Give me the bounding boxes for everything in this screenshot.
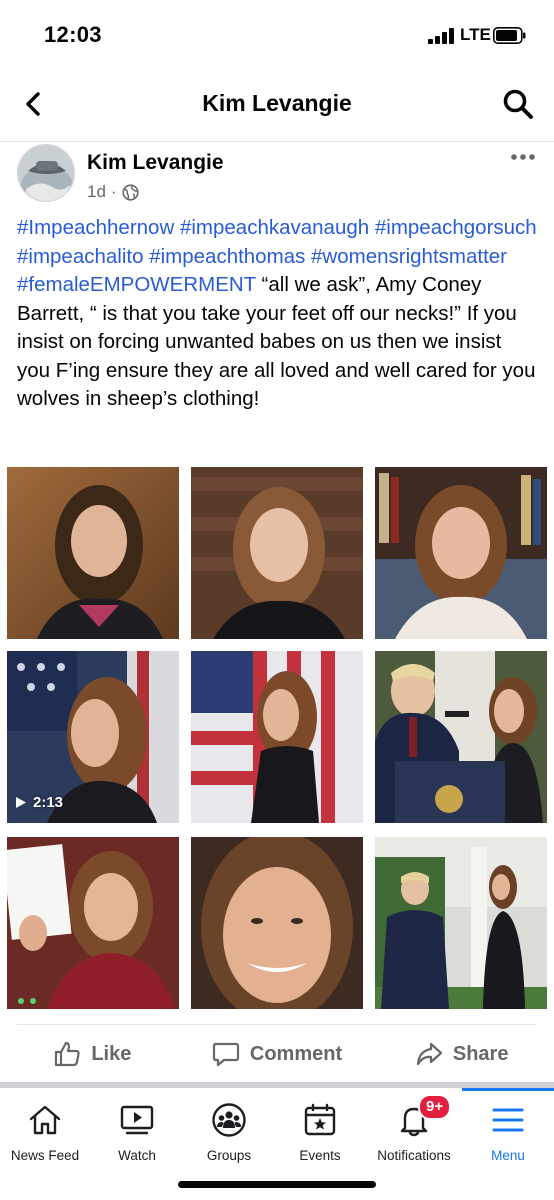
photo-2[interactable] [191, 467, 363, 639]
author-name[interactable]: Kim Levangie [87, 151, 224, 175]
tab-notifications[interactable]: 9+ Notifications [366, 1088, 462, 1178]
tab-label: Groups [206, 1148, 252, 1163]
divider [17, 1024, 537, 1025]
photo-8[interactable] [191, 837, 363, 1009]
photo-grid: 2:13 [7, 467, 547, 1010]
post-actions: Like Comment Share [0, 1026, 554, 1082]
post-text: #Impeachhernow #impeachkavanaugh #impeac… [17, 214, 539, 414]
photo-3[interactable] [375, 467, 547, 639]
photo-5[interactable] [191, 651, 363, 823]
tab-watch[interactable]: Watch [90, 1088, 184, 1178]
home-icon [29, 1105, 61, 1135]
globe-icon [121, 183, 139, 201]
share-label: Share [452, 1042, 509, 1065]
hashtag-link[interactable]: #impeachthomas [149, 245, 305, 268]
tab-label: Events [299, 1148, 341, 1163]
tab-news-feed[interactable]: News Feed [0, 1088, 90, 1178]
meta-separator: · [110, 182, 117, 201]
groups-icon [212, 1103, 246, 1137]
hashtag-link[interactable]: #femaleEMPOWERMENT [17, 273, 256, 296]
comment-button[interactable]: Comment [185, 1026, 370, 1082]
comment-icon [212, 1042, 239, 1067]
like-label: Like [91, 1042, 132, 1065]
hashtag-link[interactable]: #impeachgorsuch [375, 216, 537, 239]
network-type: LTE [460, 25, 491, 44]
cellular-signal-icon [428, 28, 454, 44]
more-options-icon[interactable] [510, 152, 536, 162]
active-tab-indicator [462, 1088, 554, 1091]
video-duration: 2:13 [33, 794, 64, 811]
hashtag-link[interactable]: #impeachkavanaugh [180, 216, 369, 239]
hashtag-link[interactable]: #impeachalito [17, 245, 144, 268]
post-time[interactable]: 1d [87, 182, 106, 202]
hashtag-link[interactable]: #womensrightsmatter [311, 245, 507, 268]
tab-groups[interactable]: Groups [184, 1088, 274, 1178]
top-nav-bar: Kim Levangie [0, 66, 554, 142]
status-bar: 12:03 LTE [0, 0, 554, 66]
battery-icon [493, 27, 526, 44]
status-time: 12:03 [44, 22, 102, 47]
tab-menu[interactable]: Menu [462, 1088, 554, 1178]
share-button[interactable]: Share [369, 1026, 554, 1082]
tab-label: Watch [118, 1148, 156, 1163]
tab-events[interactable]: Events [274, 1088, 366, 1178]
page-title: Kim Levangie [202, 90, 352, 116]
play-icon [16, 797, 26, 808]
notification-badge: 9+ [418, 1094, 452, 1120]
share-icon [416, 1042, 442, 1066]
post-meta: 1d · [87, 182, 139, 202]
bottom-tab-bar: News Feed Watch Groups Events 9+ Notific… [0, 1088, 554, 1178]
events-icon [304, 1103, 336, 1136]
photo-7[interactable] [7, 837, 179, 1009]
avatar[interactable] [17, 144, 75, 202]
photo-4-video[interactable]: 2:13 [7, 651, 179, 823]
tab-label: Menu [491, 1148, 525, 1163]
hashtag-link[interactable]: #Impeachhernow [17, 216, 174, 239]
photo-6[interactable] [375, 651, 547, 823]
photo-9[interactable] [375, 837, 547, 1009]
thumbs-up-icon [55, 1041, 80, 1067]
home-indicator [178, 1181, 376, 1188]
menu-icon [492, 1108, 524, 1132]
comment-label: Comment [249, 1042, 343, 1065]
video-duration-badge: 2:13 [15, 794, 63, 811]
search-icon[interactable] [502, 88, 534, 120]
tab-label: Notifications [377, 1148, 451, 1163]
like-button[interactable]: Like [0, 1026, 185, 1082]
post-header: Kim Levangie 1d · [0, 142, 554, 212]
photo-1[interactable] [7, 467, 179, 639]
watch-icon [120, 1105, 154, 1135]
tab-label: News Feed [10, 1148, 80, 1163]
